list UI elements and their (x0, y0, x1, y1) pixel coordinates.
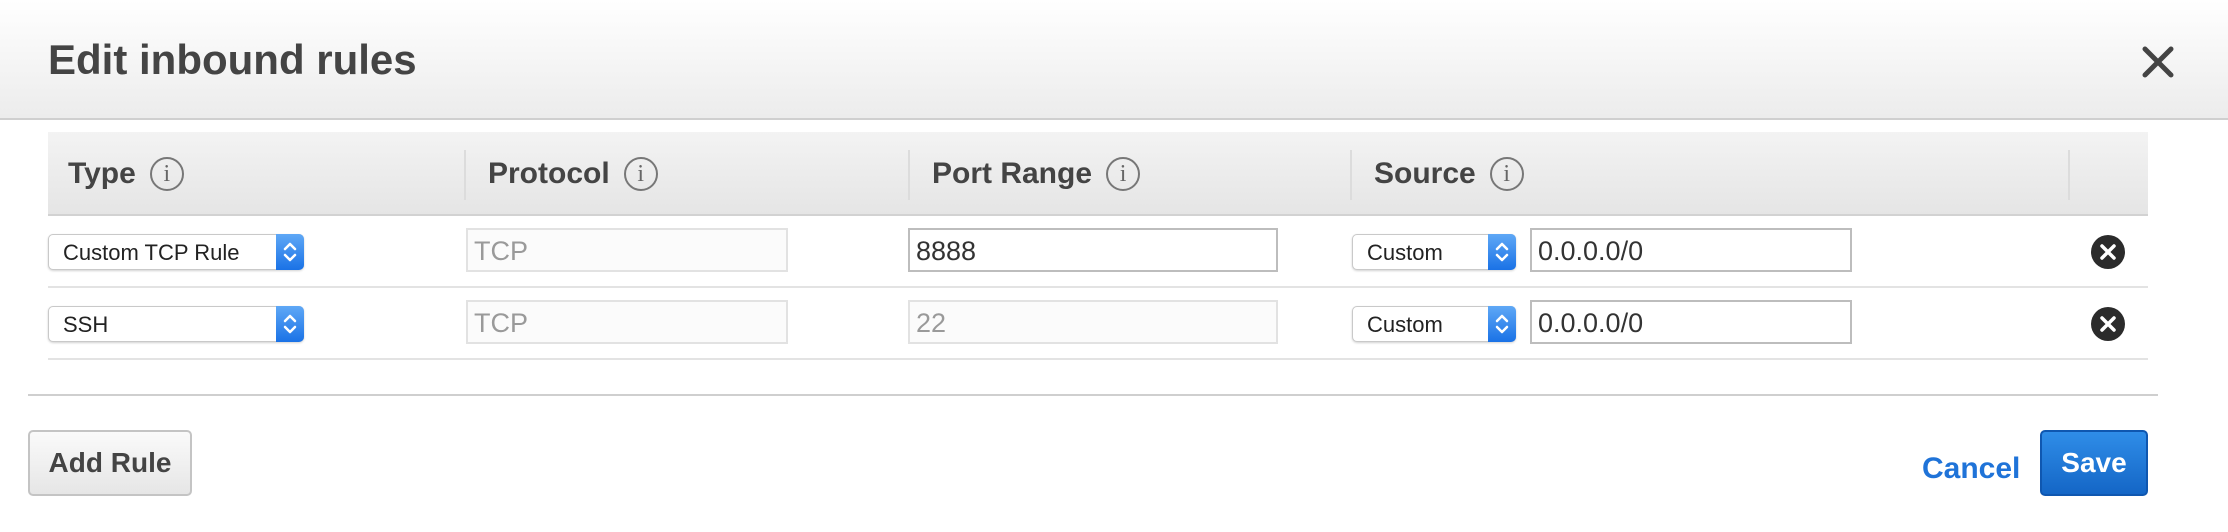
column-divider (908, 150, 910, 200)
footer-divider (28, 394, 2158, 396)
info-icon[interactable]: i (1106, 157, 1141, 191)
cancel-link[interactable]: Cancel (1922, 452, 2020, 486)
rule-row: Custom TCP Rule TCP 8888 Custom 0.0.0.0/… (48, 216, 2148, 288)
protocol-field: TCP (466, 228, 788, 272)
column-divider (1350, 150, 1352, 200)
rules-table-header: Type i Protocol i Port Range i Source i (48, 132, 2148, 216)
source-type-select[interactable]: Custom (1352, 306, 1516, 342)
type-select-value: Custom TCP Rule (63, 240, 240, 265)
remove-rule-button[interactable] (2090, 306, 2126, 342)
protocol-field: TCP (466, 300, 788, 344)
column-label-protocol: Protocol (488, 157, 610, 190)
type-select[interactable]: Custom TCP Rule (48, 234, 304, 270)
save-button[interactable]: Save (2040, 430, 2148, 496)
remove-circle-icon (2091, 235, 2125, 269)
port-range-input[interactable]: 8888 (908, 228, 1278, 272)
column-header-type: Type i (68, 132, 184, 216)
type-select-value: SSH (63, 312, 109, 337)
source-type-select-value: Custom (1367, 240, 1443, 265)
close-icon (2142, 46, 2174, 78)
source-type-select-value: Custom (1367, 312, 1443, 337)
dialog-title: Edit inbound rules (48, 36, 417, 83)
column-label-type: Type (68, 157, 136, 190)
chevron-up-down-icon (276, 306, 304, 342)
chevron-up-down-icon (1488, 306, 1516, 342)
info-icon[interactable]: i (149, 157, 184, 191)
source-type-select[interactable]: Custom (1352, 234, 1516, 270)
dialog-header: Edit inbound rules (0, 0, 2228, 120)
info-icon[interactable]: i (1489, 157, 1524, 191)
chevron-up-down-icon (276, 234, 304, 270)
source-cidr-input[interactable]: 0.0.0.0/0 (1530, 228, 1852, 272)
column-header-source: Source i (1374, 132, 1524, 216)
remove-rule-button[interactable] (2090, 234, 2126, 270)
source-cidr-input[interactable]: 0.0.0.0/0 (1530, 300, 1852, 344)
info-icon[interactable]: i (623, 157, 658, 191)
column-header-protocol: Protocol i (488, 132, 658, 216)
column-header-port-range: Port Range i (932, 132, 1141, 216)
remove-circle-icon (2091, 307, 2125, 341)
column-label-port-range: Port Range (932, 157, 1093, 190)
column-divider (464, 150, 466, 200)
chevron-up-down-icon (1488, 234, 1516, 270)
type-select[interactable]: SSH (48, 306, 304, 342)
column-label-source: Source (1374, 157, 1476, 190)
rule-row: SSH TCP 22 Custom 0.0.0.0/0 (48, 288, 2148, 360)
port-range-field: 22 (908, 300, 1278, 344)
add-rule-button[interactable]: Add Rule (28, 430, 192, 496)
column-divider (2068, 150, 2070, 200)
close-button[interactable] (2140, 44, 2176, 80)
